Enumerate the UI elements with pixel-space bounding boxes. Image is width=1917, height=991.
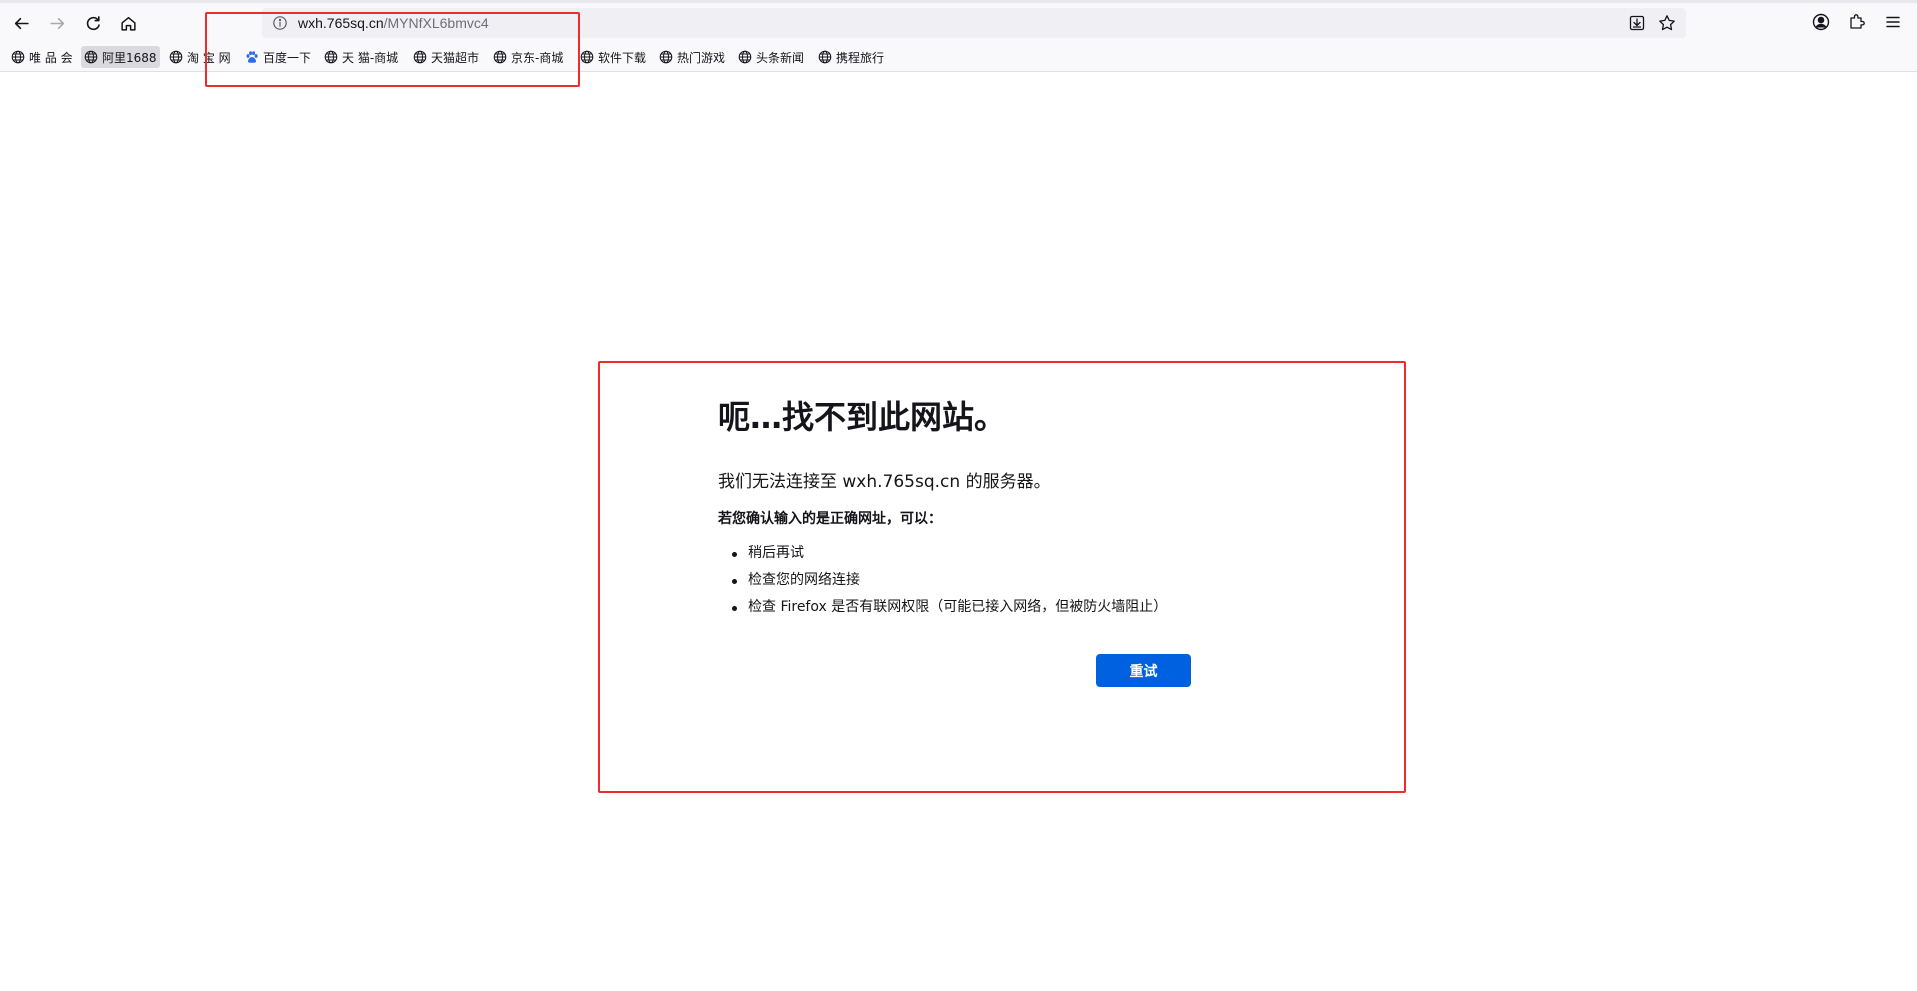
globe-icon xyxy=(659,50,673,64)
globe-icon xyxy=(580,50,594,64)
retry-button[interactable]: 重试 xyxy=(1096,654,1191,687)
url-path: /MYNfXL6bmvc4 xyxy=(383,15,489,31)
bookmarks-toolbar: 唯 品 会 阿里1688 淘 宝 网 百度一下 天 猫-商城 天猫超市 京东-商… xyxy=(0,46,1917,68)
back-arrow-icon[interactable] xyxy=(8,10,34,36)
bookmark-item[interactable]: 头条新闻 xyxy=(735,46,807,68)
globe-icon xyxy=(11,50,25,64)
forward-arrow-icon[interactable] xyxy=(44,10,70,36)
bookmark-label: 软件下载 xyxy=(598,50,647,65)
info-icon[interactable] xyxy=(272,15,288,31)
globe-icon xyxy=(84,50,98,64)
bookmark-label: 淘 宝 网 xyxy=(187,50,231,65)
bookmark-label: 唯 品 会 xyxy=(29,50,73,65)
puzzle-icon[interactable] xyxy=(1847,12,1867,32)
bookmark-label: 百度一下 xyxy=(263,50,312,65)
bookmark-item[interactable]: 热门游戏 xyxy=(656,46,728,68)
hamburger-menu-icon[interactable] xyxy=(1883,12,1903,32)
bookmark-label: 天 猫-商城 xyxy=(342,50,399,65)
star-icon[interactable] xyxy=(1658,14,1676,32)
url-text[interactable]: wxh.765sq.cn/MYNfXL6bmvc4 xyxy=(298,15,489,31)
bookmark-label: 阿里1688 xyxy=(102,50,157,65)
bookmark-item[interactable]: 天 猫-商城 xyxy=(321,46,401,68)
globe-icon xyxy=(324,50,338,64)
suggestion-list: 稍后再试 检查您的网络连接 检查 Firefox 是否有联网权限（可能已接入网络… xyxy=(732,540,1167,621)
bookmark-item[interactable]: 百度一下 xyxy=(242,46,314,68)
bookmark-item[interactable]: 唯 品 会 xyxy=(8,46,76,68)
suggestion-item: 稍后再试 xyxy=(732,540,1167,567)
bookmark-item[interactable]: 天猫超市 xyxy=(410,46,482,68)
bookmark-item[interactable]: 阿里1688 xyxy=(81,46,160,68)
globe-icon xyxy=(818,50,832,64)
bookmark-label: 热门游戏 xyxy=(677,50,726,65)
error-title: 呃…找不到此网站。 xyxy=(718,398,1007,436)
globe-icon xyxy=(169,50,183,64)
reload-icon[interactable] xyxy=(80,10,106,36)
bookmark-item[interactable]: 软件下载 xyxy=(577,46,649,68)
bookmark-label: 京东-商城 xyxy=(511,50,564,65)
bookmark-label: 天猫超市 xyxy=(431,50,480,65)
error-description: 我们无法连接至 wxh.765sq.cn 的服务器。 xyxy=(718,472,1051,492)
tab-strip xyxy=(0,0,1917,3)
bookmark-label: 头条新闻 xyxy=(756,50,805,65)
account-icon[interactable] xyxy=(1811,12,1831,32)
globe-icon xyxy=(493,50,507,64)
url-host: wxh.765sq.cn xyxy=(298,15,384,31)
bookmark-item[interactable]: 京东-商城 xyxy=(490,46,566,68)
url-bar[interactable]: wxh.765sq.cn/MYNfXL6bmvc4 xyxy=(262,8,1686,38)
download-icon[interactable] xyxy=(1628,14,1646,32)
baidu-paw-icon xyxy=(246,51,258,63)
home-icon[interactable] xyxy=(115,10,141,36)
bookmark-label: 携程旅行 xyxy=(836,50,885,65)
suggestion-item: 检查 Firefox 是否有联网权限（可能已接入网络，但被防火墙阻止） xyxy=(732,594,1167,621)
bookmark-item[interactable]: 携程旅行 xyxy=(815,46,887,68)
suggestion-item: 检查您的网络连接 xyxy=(732,567,1167,594)
bookmark-item[interactable]: 淘 宝 网 xyxy=(166,46,234,68)
globe-icon xyxy=(413,50,427,64)
error-subheading: 若您确认输入的是正确网址，可以： xyxy=(718,511,942,527)
browser-toolbar: wxh.765sq.cn/MYNfXL6bmvc4 唯 品 会 阿里1688 淘… xyxy=(0,0,1917,72)
globe-icon xyxy=(738,50,752,64)
